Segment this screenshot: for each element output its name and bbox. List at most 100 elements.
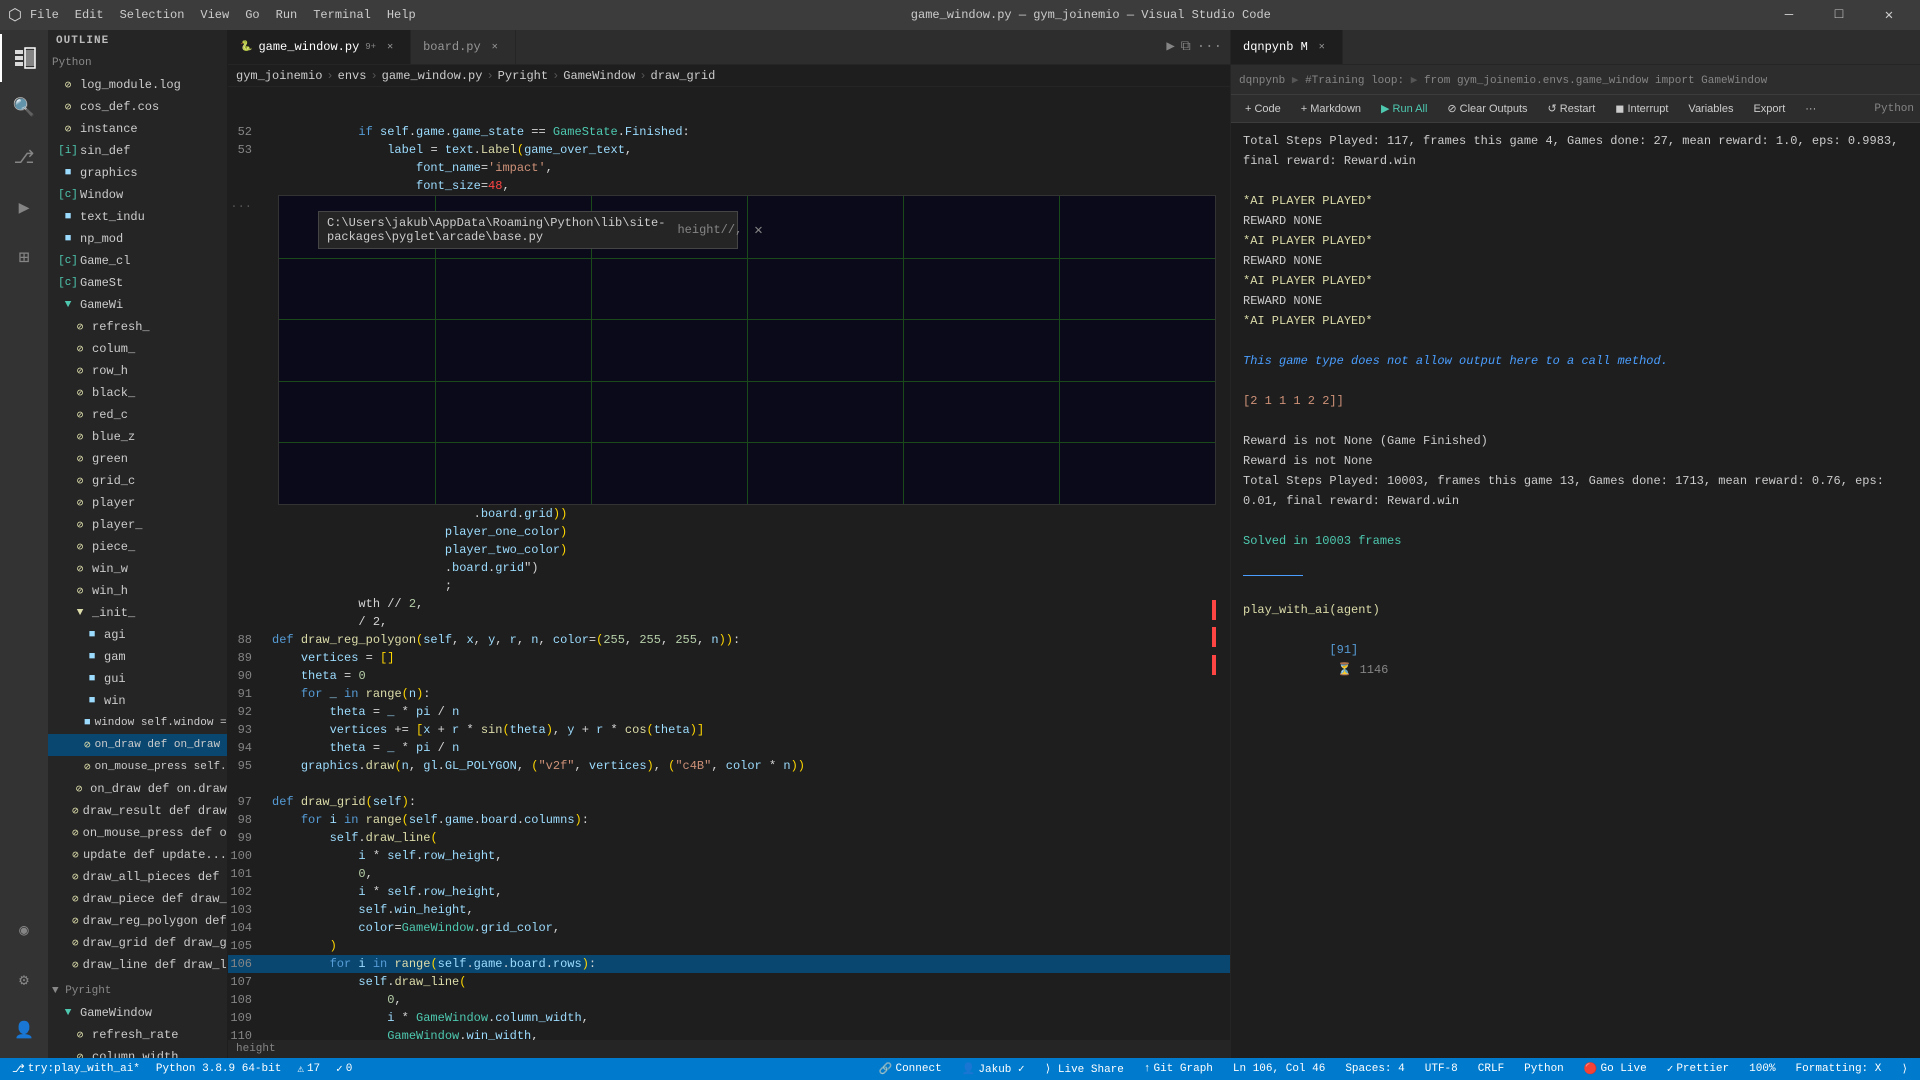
- menu-go[interactable]: Go: [245, 8, 259, 22]
- export-button[interactable]: Export: [1745, 98, 1793, 120]
- statusbar-gitgraph[interactable]: ↑ Git Graph: [1140, 1063, 1217, 1075]
- jb-import[interactable]: from gym_joinemio.envs.game_window impor…: [1424, 75, 1767, 87]
- sidebar-item-np[interactable]: ■np_mod: [48, 228, 227, 250]
- breadcrumb-pyright[interactable]: Pyright: [498, 69, 548, 83]
- close-button[interactable]: ✕: [1866, 0, 1912, 30]
- sidebar-item-blue[interactable]: ⊘blue_z: [48, 426, 227, 448]
- sidebar-item-winh[interactable]: ⊘win_h: [48, 580, 227, 602]
- sidebar-item-text[interactable]: ■text_indu: [48, 206, 227, 228]
- jupyter-output[interactable]: Total Steps Played: 117, frames this gam…: [1231, 123, 1920, 1058]
- run-all-button[interactable]: ▶ Run All: [1373, 98, 1435, 120]
- sidebar-item-grid[interactable]: ⊘grid_c: [48, 470, 227, 492]
- sidebar-item-cos[interactable]: ⊘cos_def.cos: [48, 96, 227, 118]
- sidebar-item-green[interactable]: ⊘green: [48, 448, 227, 470]
- code-editor[interactable]: 52 if self.game.game_state == GameState.…: [228, 123, 1230, 1040]
- sidebar-item-graphics[interactable]: ■graphics: [48, 162, 227, 184]
- menu-run[interactable]: Run: [276, 8, 298, 22]
- search-icon[interactable]: 🔍: [0, 84, 48, 132]
- more-actions-button[interactable]: ···: [1797, 98, 1824, 120]
- statusbar-formatting[interactable]: Formatting: X: [1792, 1063, 1886, 1075]
- statusbar-errors[interactable]: ✓ 0: [332, 1062, 356, 1076]
- sidebar-item-win[interactable]: ■win: [48, 690, 227, 712]
- statusbar-python[interactable]: Python 3.8.9 64-bit: [152, 1063, 285, 1075]
- sidebar-section-pyright[interactable]: ▼ Pyright: [48, 980, 227, 1002]
- statusbar-spaces[interactable]: Spaces: 4: [1341, 1063, 1408, 1075]
- sidebar-item-window[interactable]: [c]Window: [48, 184, 227, 206]
- source-control-icon[interactable]: ⎇: [0, 134, 48, 182]
- sidebar-item-log[interactable]: ⊘log_module.log: [48, 74, 227, 96]
- jb-dqn[interactable]: dqnpynb: [1239, 75, 1285, 87]
- breadcrumb-drawgrid[interactable]: draw_grid: [651, 69, 716, 83]
- minimize-button[interactable]: —: [1766, 0, 1812, 30]
- sidebar-item-game[interactable]: [c]Game_cl: [48, 250, 227, 272]
- statusbar-zoom[interactable]: 100%: [1745, 1063, 1779, 1075]
- tab-dqnpynb[interactable]: dqnpynb M ✕: [1231, 30, 1343, 64]
- menu-selection[interactable]: Selection: [120, 8, 185, 22]
- explorer-icon[interactable]: [0, 34, 48, 82]
- sidebar-item-update[interactable]: ⊘update def update...: [48, 844, 227, 866]
- sidebar-item-row[interactable]: ⊘row_h: [48, 360, 227, 382]
- sidebar-item-window-var[interactable]: ■window self.window = Wind...: [48, 712, 227, 734]
- code-button[interactable]: + Code: [1237, 98, 1289, 120]
- tab-close-dqnpynb[interactable]: ✕: [1314, 39, 1330, 55]
- sidebar-item-gamestate[interactable]: [c]GameSt: [48, 272, 227, 294]
- breadcrumb-gamewindow[interactable]: GameWindow: [563, 69, 635, 83]
- jb-training[interactable]: #Training loop:: [1305, 75, 1404, 87]
- settings-icon[interactable]: ⚙: [0, 956, 48, 1004]
- accounts-icon[interactable]: 👤: [0, 1006, 48, 1054]
- sidebar-pyright-columnwidth[interactable]: ⊘column_width: [48, 1046, 227, 1058]
- jupyter-icon[interactable]: ◉: [0, 906, 48, 954]
- menu-edit[interactable]: Edit: [75, 8, 104, 22]
- statusbar-eol[interactable]: CRLF: [1474, 1063, 1508, 1075]
- interrupt-button[interactable]: ◼ Interrupt: [1607, 98, 1676, 120]
- sidebar-item-init[interactable]: ▼_init_: [48, 602, 227, 624]
- breadcrumb-file[interactable]: game_window.py: [382, 69, 483, 83]
- sidebar-section-python[interactable]: Python: [48, 52, 227, 74]
- sidebar-item-drawgrid[interactable]: ⊘draw_grid def draw_grid: [48, 932, 227, 954]
- sidebar-item-winw[interactable]: ⊘win_w: [48, 558, 227, 580]
- sidebar-item-refresh[interactable]: ⊘refresh_: [48, 316, 227, 338]
- sidebar-pyright-refreshrate[interactable]: ⊘refresh_rate: [48, 1024, 227, 1046]
- sidebar-pyright-gamewindow[interactable]: ▼GameWindow: [48, 1002, 227, 1024]
- sidebar-item-black[interactable]: ⊘black_: [48, 382, 227, 404]
- statusbar-language[interactable]: Python: [1520, 1063, 1568, 1075]
- breadcrumb-envs[interactable]: envs: [338, 69, 367, 83]
- sidebar-item-gamewindow[interactable]: ▼GameWi: [48, 294, 227, 316]
- statusbar-liveshare[interactable]: ⟩ Live Share: [1041, 1062, 1128, 1076]
- tab-close-game-window[interactable]: ✕: [382, 39, 398, 55]
- sidebar-item-instance[interactable]: ⊘instance: [48, 118, 227, 140]
- sidebar-item-ondraw[interactable]: ⊘on_draw def on_draw = ...: [48, 734, 227, 756]
- statusbar-user[interactable]: 👤 Jakub ✓: [958, 1062, 1029, 1076]
- clear-outputs-button[interactable]: ⊘ Clear Outputs: [1439, 98, 1535, 120]
- statusbar-warnings[interactable]: ⚠ 17: [293, 1062, 324, 1076]
- statusbar-branch[interactable]: ⎇ try:play_with_ai*: [8, 1062, 144, 1076]
- tab-game-window[interactable]: 🐍 game_window.py 9+ ✕: [228, 30, 411, 64]
- extensions-icon[interactable]: ⊞: [0, 234, 48, 282]
- menu-view[interactable]: View: [200, 8, 229, 22]
- menu-help[interactable]: Help: [387, 8, 416, 22]
- sidebar-item-drawresult[interactable]: ⊘draw_result def draw_result: [48, 800, 227, 822]
- sidebar-item-drawregpolygon[interactable]: ⊘draw_reg_polygon def draw_re...: [48, 910, 227, 932]
- hover-popup-close-button[interactable]: ✕: [754, 222, 762, 239]
- statusbar-position[interactable]: Ln 106, Col 46: [1229, 1063, 1329, 1075]
- statusbar-chevron[interactable]: ⟩: [1897, 1062, 1912, 1076]
- sidebar-item-player1[interactable]: ⊘player: [48, 492, 227, 514]
- maximize-button[interactable]: □: [1816, 0, 1862, 30]
- sidebar-item-column[interactable]: ⊘colum_: [48, 338, 227, 360]
- sidebar-item-ondraw2[interactable]: ⊘on_draw def on.draw: [48, 778, 227, 800]
- more-icon[interactable]: ···: [1197, 39, 1222, 55]
- breadcrumb-gym[interactable]: gym_joinemio: [236, 69, 322, 83]
- variables-button[interactable]: Variables: [1680, 98, 1741, 120]
- statusbar-encoding[interactable]: UTF-8: [1421, 1063, 1462, 1075]
- sidebar-item-gam[interactable]: ■gam: [48, 646, 227, 668]
- statusbar-connect[interactable]: 🔗 Connect: [875, 1062, 946, 1076]
- sidebar-item-piece[interactable]: ⊘piece_: [48, 536, 227, 558]
- statusbar-prettier[interactable]: ✓ Prettier: [1663, 1062, 1733, 1076]
- tab-board[interactable]: board.py ✕: [411, 30, 516, 64]
- statusbar-golive[interactable]: 🔴 Go Live: [1580, 1062, 1651, 1076]
- restart-button[interactable]: ↺ Restart: [1540, 98, 1604, 120]
- sidebar-item-agi[interactable]: ■agi: [48, 624, 227, 646]
- sidebar-item-drawpiece[interactable]: ⊘draw_piece def draw_a...: [48, 888, 227, 910]
- tab-close-board[interactable]: ✕: [487, 39, 503, 55]
- sidebar-item-drawallpieces[interactable]: ⊘draw_all_pieces def draw_a...: [48, 866, 227, 888]
